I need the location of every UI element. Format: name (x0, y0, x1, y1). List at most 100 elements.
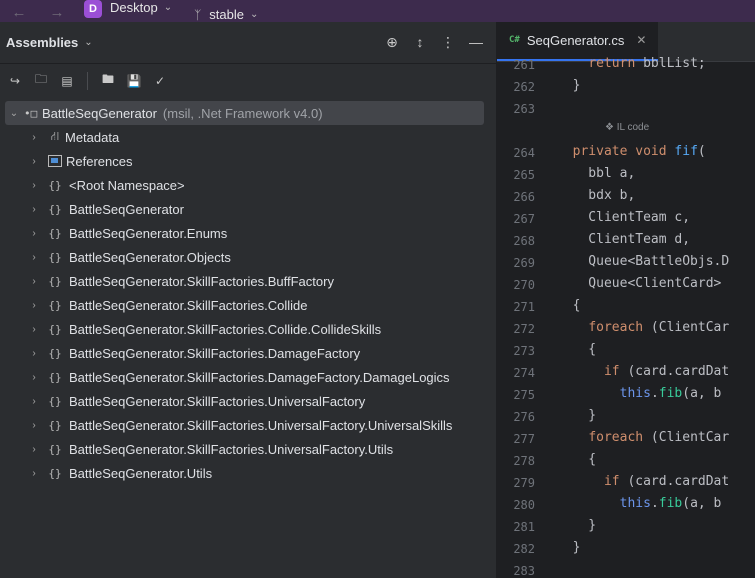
line-number: 261 (513, 58, 535, 72)
code-line[interactable]: Queue<BattleObjs.D (557, 254, 729, 269)
chevron-down-icon: ⌄ (163, 1, 173, 13)
tree-item[interactable]: › ⛙ Metadata (0, 125, 496, 149)
chevron-right-icon[interactable]: › (28, 444, 40, 455)
tree-item-label: BattleSeqGenerator.SkillFactories.Collid… (69, 321, 382, 337)
chevron-right-icon[interactable]: › (28, 132, 40, 143)
minimize-icon[interactable]: — (468, 34, 484, 50)
tree-item[interactable]: › {} BattleSeqGenerator (0, 197, 496, 221)
code-line[interactable]: { (557, 452, 596, 467)
tree-item[interactable]: › {} BattleSeqGenerator.Utils (0, 461, 496, 485)
assembly-tree: ⌄ •□ BattleSeqGenerator (msil, .Net Fram… (0, 97, 496, 485)
chevron-right-icon[interactable]: › (28, 420, 40, 431)
code-line[interactable]: } (557, 518, 596, 533)
tab-label: SeqGenerator.cs (526, 32, 625, 48)
code-editor: C# SeqGenerator.cs ✕ 261 262 263 264 265 266 2… (497, 22, 755, 578)
chevron-right-icon[interactable]: › (28, 324, 40, 335)
tree-item[interactable]: › References (0, 149, 496, 173)
tree-item[interactable]: › {} BattleSeqGenerator.Enums (0, 221, 496, 245)
tree-item[interactable]: › {} BattleSeqGenerator.SkillFactories.U… (0, 413, 496, 437)
chevron-right-icon[interactable]: › (28, 276, 40, 287)
tree-item[interactable]: › {} BattleSeqGenerator.SkillFactories.U… (0, 389, 496, 413)
tree-item[interactable]: › {} BattleSeqGenerator.SkillFactories.C… (0, 317, 496, 341)
open-assembly-icon[interactable]: ↪ (6, 72, 24, 90)
tree-item-label: BattleSeqGenerator.SkillFactories.Damage… (69, 369, 450, 385)
code-line[interactable]: ClientTeam c, (557, 210, 690, 225)
code-line[interactable]: } (557, 408, 596, 423)
line-number: 279 (513, 476, 535, 490)
chevron-right-icon[interactable]: › (28, 180, 40, 191)
namespace-icon: {} (48, 394, 62, 408)
root-meta: (msil, .Net Framework v4.0) (162, 105, 323, 121)
arrow-right-icon[interactable]: → (38, 4, 76, 22)
code-line[interactable]: return bblList; (557, 56, 705, 71)
tree-item[interactable]: › {} BattleSeqGenerator.SkillFactories.B… (0, 269, 496, 293)
line-number: 281 (513, 520, 535, 534)
assembly-list-icon[interactable]: ▤ (58, 72, 76, 90)
line-number: 262 (513, 80, 535, 94)
code-line[interactable]: if (card.cardDat (557, 364, 729, 379)
code-line[interactable]: foreach (ClientCar (557, 430, 729, 445)
code-lines[interactable]: return bblList; } private void fif( bbl … (557, 56, 755, 578)
code-line[interactable]: bbl a, (557, 166, 635, 181)
line-number: 273 (513, 344, 535, 358)
tree-item[interactable]: › {} BattleSeqGenerator.Objects (0, 245, 496, 269)
filter-icon[interactable]: ✓ (151, 72, 169, 90)
namespace-icon: {} (48, 250, 62, 264)
project-selector[interactable]: D Desktop ⌄ (84, 0, 173, 22)
arrow-left-icon[interactable]: ← (0, 4, 38, 22)
crosshair-icon[interactable]: ⊕ (384, 34, 400, 50)
chevron-right-icon[interactable]: › (28, 372, 40, 383)
tree-item-label: BattleSeqGenerator.Enums (69, 225, 228, 241)
tree-item[interactable]: › {} BattleSeqGenerator.SkillFactories.U… (0, 437, 496, 461)
panel-title[interactable]: Assemblies (6, 35, 78, 50)
il-code-hint[interactable]: ❖ IL code (605, 122, 649, 133)
code-line[interactable]: } (557, 540, 581, 555)
chevron-down-icon[interactable]: ⌄ (8, 108, 20, 119)
tree-item[interactable]: › {} <Root Namespace> (0, 173, 496, 197)
line-number: 274 (513, 366, 535, 380)
close-icon[interactable]: ✕ (636, 33, 646, 47)
code-line[interactable]: this.fib(a, b (557, 496, 722, 511)
project-badge: D (84, 0, 102, 18)
tree-item[interactable]: › {} BattleSeqGenerator.SkillFactories.D… (0, 365, 496, 389)
add-folder-icon[interactable]: 🗀 (32, 72, 50, 90)
code-line[interactable]: { (557, 342, 596, 357)
references-icon (48, 155, 62, 167)
collapse-icon[interactable]: ↕ (412, 34, 428, 50)
save-icon[interactable]: 💾 (125, 72, 143, 90)
chevron-right-icon[interactable]: › (28, 348, 40, 359)
tree-item[interactable]: › {} BattleSeqGenerator.SkillFactories.C… (0, 293, 496, 317)
namespace-icon: {} (48, 466, 62, 480)
code-line[interactable]: } (557, 78, 581, 93)
tree-item[interactable]: › {} BattleSeqGenerator.SkillFactories.D… (0, 341, 496, 365)
tree-item-label: BattleSeqGenerator.SkillFactories.Damage… (69, 345, 361, 361)
chevron-right-icon[interactable]: › (28, 300, 40, 311)
code-line[interactable]: bdx b, (557, 188, 635, 203)
chevron-right-icon[interactable]: › (28, 396, 40, 407)
code-area[interactable]: 261 262 263 264 265 266 267 268 269 270 271 272 273 2… (497, 56, 755, 578)
folder-icon[interactable]: 🖿 (99, 72, 117, 90)
chevron-down-icon[interactable]: ⌄ (84, 37, 92, 48)
chevron-right-icon[interactable]: › (28, 468, 40, 479)
root-label: BattleSeqGenerator (42, 105, 157, 121)
chevron-right-icon[interactable]: › (28, 228, 40, 239)
branch-selector[interactable]: ᛉ stable ⌄ (194, 7, 258, 22)
chevron-right-icon[interactable]: › (28, 204, 40, 215)
tree-root-item[interactable]: ⌄ •□ BattleSeqGenerator (msil, .Net Fram… (5, 101, 484, 125)
line-number: 277 (513, 432, 535, 446)
namespace-icon: {} (48, 418, 62, 432)
code-line[interactable]: Queue<ClientCard> (557, 276, 729, 291)
more-icon[interactable]: ⋮ (440, 34, 456, 50)
line-number: 267 (513, 212, 535, 226)
toolbar-separator (87, 71, 88, 90)
chevron-right-icon[interactable]: › (28, 156, 40, 167)
code-line[interactable]: this.fib(a, b (557, 386, 722, 401)
code-line[interactable]: if (card.cardDat (557, 474, 729, 489)
code-line[interactable]: { (557, 298, 581, 313)
tree-item-label: BattleSeqGenerator.SkillFactories.Univer… (69, 393, 366, 409)
tree-item-label: <Root Namespace> (69, 177, 185, 193)
code-line[interactable]: ClientTeam d, (557, 232, 690, 247)
code-line[interactable]: private void fif( (557, 144, 706, 159)
chevron-right-icon[interactable]: › (28, 252, 40, 263)
code-line[interactable]: foreach (ClientCar (557, 320, 729, 335)
